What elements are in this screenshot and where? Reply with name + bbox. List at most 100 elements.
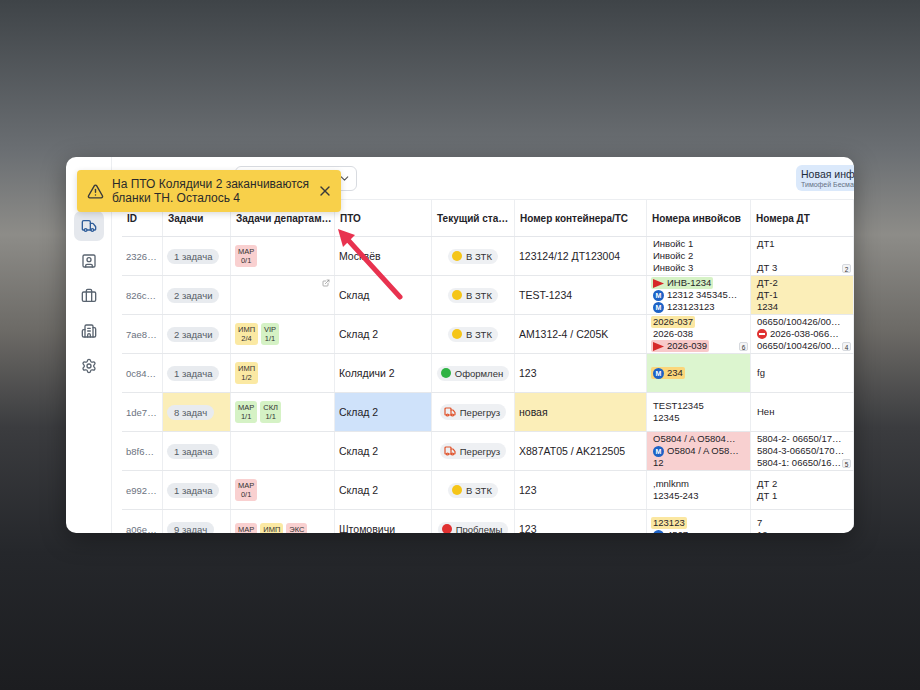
list-item[interactable]: M234: [651, 367, 685, 379]
list-item[interactable]: 2026-037: [651, 316, 695, 328]
pto-cell: Москвёв: [335, 237, 432, 275]
news-button[interactable]: Новая инфорТимофей Бесман: [796, 165, 854, 191]
department-badge[interactable]: ИМП2/4: [235, 323, 258, 345]
tasks-pill[interactable]: 9 задач: [167, 522, 214, 534]
department-badge[interactable]: ИМП1/2: [235, 362, 258, 384]
table-row[interactable]: 0c84…1 задачаИМП1/2Колядичи 2Оформлен123…: [122, 354, 854, 393]
sidebar-item[interactable]: [74, 316, 104, 346]
close-icon[interactable]: [317, 183, 333, 199]
list-item[interactable]: O5804 / A O5804…: [651, 433, 737, 445]
list-item[interactable]: 12: [651, 457, 666, 469]
department-badge[interactable]: VIP1/1: [261, 323, 279, 345]
table-row[interactable]: 1de7…8 задачМАР1/1СКЛ1/1Склад 2Перегрузн…: [122, 393, 854, 432]
department-badge[interactable]: ЭКС: [286, 523, 307, 534]
column-header[interactable]: Текущий ста…: [432, 200, 515, 236]
list-item[interactable]: 5804-3-06650/170…: [755, 445, 846, 457]
list-item[interactable]: 7: [755, 517, 764, 529]
list-item[interactable]: 06650/100426/00…: [755, 316, 842, 328]
list-item[interactable]: Инвойс 2: [651, 250, 695, 262]
list-item[interactable]: ДТ-2: [755, 277, 780, 289]
list-item[interactable]: TEST12345: [651, 400, 706, 412]
external-link-icon[interactable]: [322, 279, 330, 287]
list-item[interactable]: ДТ 1: [755, 490, 779, 502]
invoices-cell: Инвойс 1Инвойс 2Инвойс 3: [647, 237, 751, 275]
column-header[interactable]: Номер контейнера/ТС: [515, 200, 647, 236]
flag-icon: [653, 279, 664, 288]
status-pill[interactable]: В ЗТК: [448, 249, 498, 264]
list-item[interactable]: Инвойс 1: [651, 238, 695, 250]
department-badge[interactable]: МАР0/1: [235, 245, 257, 267]
sidebar-icon: [81, 358, 97, 374]
list-item[interactable]: 12345: [651, 412, 681, 424]
table-row[interactable]: e992…1 задачаМАР0/1Склад 2В ЗТК123,mnlkn…: [122, 471, 854, 510]
department-badge[interactable]: МАР: [235, 523, 257, 534]
list-item[interactable]: M123123123: [651, 301, 717, 313]
status-pill[interactable]: В ЗТК: [448, 327, 498, 342]
list-item[interactable]: [755, 250, 759, 262]
table-row[interactable]: 826c…2 задачиСкладВ ЗТКTEST-1234ИНВ-1234…: [122, 276, 854, 315]
tasks-pill[interactable]: 1 задача: [167, 483, 219, 498]
column-header[interactable]: ПТО: [335, 200, 432, 236]
list-item[interactable]: ИНВ-1234: [651, 277, 713, 289]
tasks-pill[interactable]: 2 задачи: [167, 327, 219, 342]
column-header[interactable]: Номера ДТ: [751, 200, 854, 236]
list-item[interactable]: ДТ 3: [755, 262, 779, 274]
department-badge[interactable]: МАР0/1: [235, 479, 257, 501]
status-dot: [452, 251, 462, 261]
sidebar-item[interactable]: [74, 281, 104, 311]
list-item[interactable]: 5804-2- 06650/17…: [755, 433, 844, 445]
status-pill[interactable]: Оформлен: [437, 366, 509, 381]
background-photo: Новая инфорТимофей БесманIDЗадачиЗадачи …: [0, 0, 920, 690]
list-item[interactable]: ДТ 2: [755, 478, 779, 490]
tasks-pill[interactable]: 2 задачи: [167, 288, 219, 303]
list-item[interactable]: M12312 345345…: [651, 289, 739, 301]
metro-icon: M: [653, 302, 664, 313]
tasks-pill[interactable]: 8 задач: [167, 405, 214, 420]
status-pill[interactable]: В ЗТК: [448, 288, 498, 303]
status-pill[interactable]: Проблемы: [438, 522, 509, 534]
list-item[interactable]: 12: [755, 529, 770, 533]
pto-cell: Штомовичи: [335, 510, 432, 533]
list-item[interactable]: M4567: [651, 529, 690, 533]
sidebar-item[interactable]: [74, 211, 104, 241]
department-badge[interactable]: СКЛ1/1: [260, 401, 281, 423]
list-item[interactable]: fg: [755, 367, 767, 379]
list-item[interactable]: 1234: [755, 301, 780, 313]
status-pill[interactable]: В ЗТК: [448, 483, 498, 498]
list-item[interactable]: 2026-038: [651, 328, 695, 340]
tasks-pill[interactable]: 1 задача: [167, 444, 219, 459]
list-item[interactable]: 123123: [651, 517, 687, 529]
table-row[interactable]: b8f6…1 задачаСклад 2ПерегрузX887AT05 / A…: [122, 432, 854, 471]
table-row[interactable]: 2326…1 задачаМАР0/1МосквёвВ ЗТК123124/12…: [122, 237, 854, 276]
container-cell: 123: [515, 354, 647, 392]
list-item[interactable]: 2026-039: [651, 340, 709, 352]
status-pill[interactable]: Перегруз: [440, 404, 506, 420]
list-item[interactable]: Нен: [755, 406, 776, 418]
list-item[interactable]: 5804-1: 06650/16…: [755, 457, 843, 469]
tasks-pill[interactable]: 1 задача: [167, 366, 219, 381]
status-cell: В ЗТК: [432, 237, 515, 275]
tasks-cell: 2 задачи: [163, 315, 231, 353]
list-item[interactable]: MO5804 / A O58…: [651, 445, 741, 457]
column-header[interactable]: Номера инвойсов: [647, 200, 751, 236]
list-item[interactable]: Инвойс 3: [651, 262, 695, 274]
department-badge[interactable]: МАР1/1: [235, 401, 257, 423]
list-item[interactable]: 12345-243: [651, 490, 700, 502]
list-item[interactable]: 06650/100426/00…: [755, 340, 842, 352]
table-row[interactable]: 7ae8…2 задачиИМП2/4VIP1/1Склад 2В ЗТКAM1…: [122, 315, 854, 354]
department-badge[interactable]: ИМП: [260, 523, 283, 534]
list-item[interactable]: ДТ-1: [755, 289, 780, 301]
list-item[interactable]: ,mnlknm: [651, 478, 691, 490]
list-item[interactable]: ДТ1: [755, 238, 777, 250]
departments-cell: ИМП2/4VIP1/1: [231, 315, 335, 353]
status-pill[interactable]: Перегруз: [440, 443, 506, 459]
list-item[interactable]: 2026-038-066…: [755, 328, 841, 340]
tasks-cell: 1 задача: [163, 354, 231, 392]
sidebar: [66, 157, 112, 533]
table-row[interactable]: a06e…9 задачМАРИМПЭКСШтомовичиПроблемы12…: [122, 510, 854, 533]
sidebar-item[interactable]: [74, 246, 104, 276]
sidebar-item[interactable]: [74, 351, 104, 381]
status-cell: В ЗТК: [432, 471, 515, 509]
dt-cell: ДТ 2ДТ 1: [751, 471, 854, 509]
tasks-pill[interactable]: 1 задача: [167, 249, 219, 264]
